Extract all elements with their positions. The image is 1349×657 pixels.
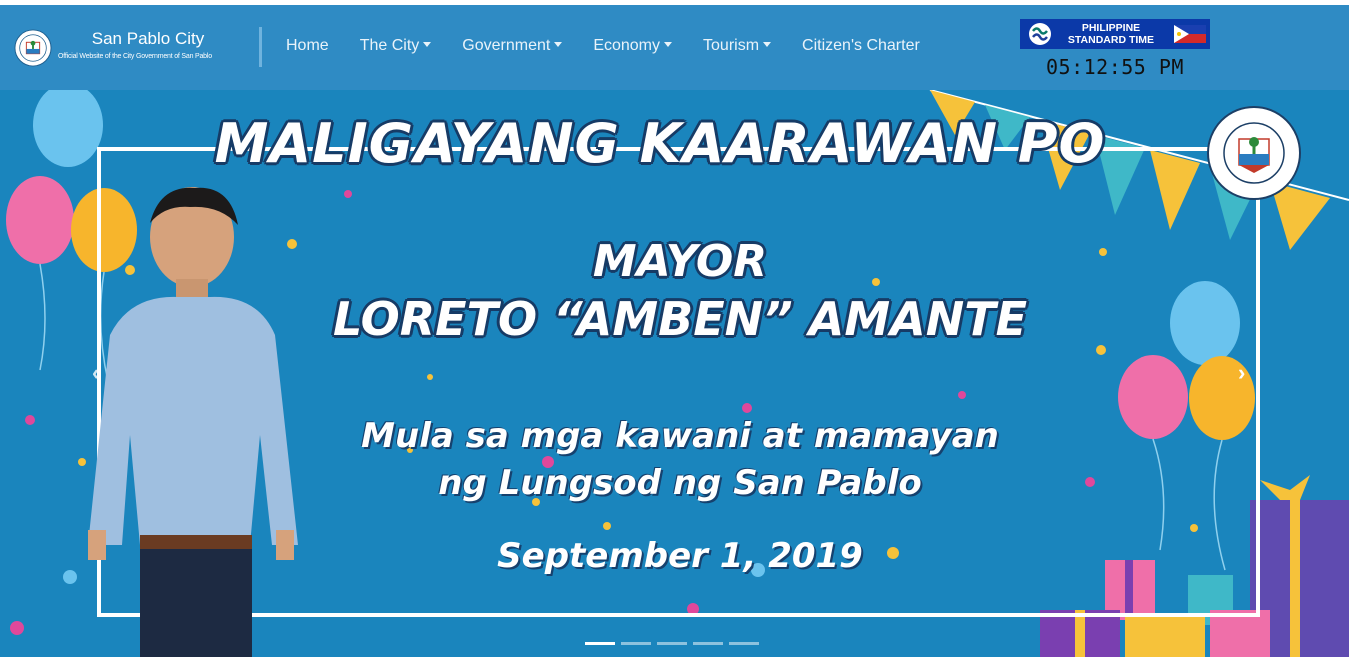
- carousel-indicator-3[interactable]: [657, 642, 687, 645]
- pst-line1: PHILIPPINE: [1081, 22, 1141, 34]
- official-seal-icon: [1207, 106, 1301, 200]
- nav-tourism-label: Tourism: [703, 37, 760, 54]
- nav-home-label: Home: [286, 37, 329, 54]
- main-nav: Home The City Government Economy Tourism…: [272, 37, 937, 55]
- carousel-prev-button[interactable]: ‹: [92, 360, 99, 386]
- carousel-indicator-4[interactable]: [693, 642, 723, 645]
- caret-down-icon: [664, 42, 673, 47]
- pst-clock: 05:12:55 PM: [1046, 55, 1184, 79]
- pst-line2: STANDARD TIME: [1067, 34, 1155, 46]
- nav-economy-label: Economy: [593, 37, 661, 54]
- pst-label: PHILIPPINE STANDARD TIME: [1056, 22, 1166, 46]
- philippine-flag-icon: [1174, 25, 1206, 43]
- caret-down-icon: [763, 42, 772, 47]
- nav-citizens-charter-label: Citizen's Charter: [802, 37, 920, 54]
- nav-divider: [259, 27, 262, 67]
- carousel-indicator-5[interactable]: [729, 642, 759, 645]
- navbar: San Pablo City Official Website of the C…: [0, 5, 1349, 90]
- nav-home[interactable]: Home: [272, 37, 343, 55]
- hero-message-line1: Mula sa mga kawani at mamayan: [361, 416, 999, 456]
- nav-the-city-label: The City: [359, 37, 420, 54]
- brand-title: San Pablo City: [91, 28, 205, 48]
- pst-badge[interactable]: PHILIPPINE STANDARD TIME: [1020, 19, 1210, 49]
- nav-government-label: Government: [462, 37, 551, 54]
- caret-down-icon: [423, 42, 432, 47]
- hero-headline: MALIGAYANG KAARAWAN PO: [214, 112, 1106, 175]
- mayor-photo: [88, 187, 298, 657]
- nav-tourism[interactable]: Tourism: [689, 37, 785, 55]
- brand[interactable]: San Pablo City Official Website of the C…: [14, 29, 238, 67]
- hero-date: September 1, 2019: [497, 536, 863, 576]
- nav-citizens-charter[interactable]: Citizen's Charter: [788, 37, 934, 55]
- nav-economy[interactable]: Economy: [579, 37, 686, 55]
- hero-mayor-name: LORETO “AMBEN” AMANTE: [332, 292, 1028, 346]
- hero-carousel[interactable]: MALIGAYANG KAARAWAN PO MAYOR LORETO “AMB…: [0, 90, 1349, 657]
- caret-down-icon: [554, 42, 563, 47]
- city-seal-icon: [14, 29, 52, 67]
- nav-the-city[interactable]: The City: [346, 37, 446, 55]
- hero-mayor-title: MAYOR: [592, 236, 768, 287]
- carousel-next-button[interactable]: ›: [1238, 360, 1245, 386]
- nav-government[interactable]: Government: [448, 37, 576, 55]
- brand-subtitle: Official Website of the City Government …: [58, 52, 212, 60]
- carousel-indicator-1[interactable]: [585, 642, 615, 645]
- carousel-indicator-2[interactable]: [621, 642, 651, 645]
- pagasa-icon: [1029, 23, 1051, 45]
- carousel-indicators: [585, 642, 765, 645]
- hero-message-line2: ng Lungsod ng San Pablo: [438, 463, 922, 503]
